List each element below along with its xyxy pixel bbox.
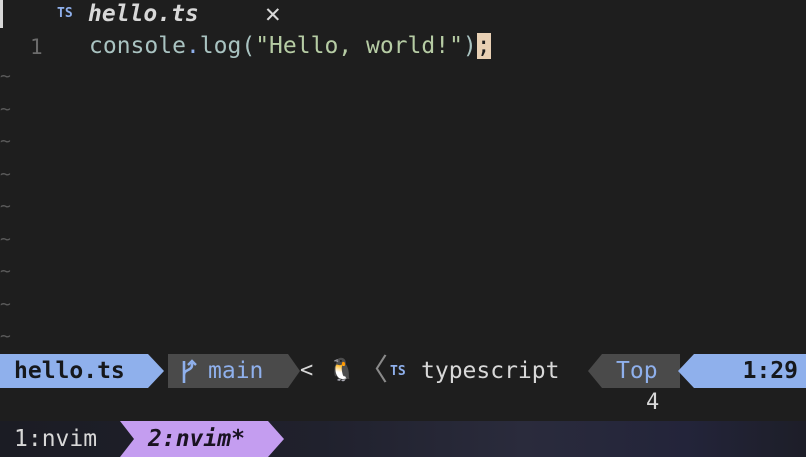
typescript-icon: TS — [57, 6, 73, 21]
status-separator-arrow — [678, 354, 694, 388]
empty-line-marker: ~ — [0, 261, 11, 282]
tab-filename[interactable]: hello.ts — [88, 1, 199, 27]
status-separator-arrow — [288, 354, 300, 388]
tmux-separator-arrow — [120, 421, 134, 457]
empty-line-marker: ~ — [0, 196, 11, 217]
tmux-status-bar: 1:nvim 2:nvim* — [0, 421, 806, 457]
code-string: "Hello, world!" — [255, 33, 463, 59]
code-object: console — [89, 33, 186, 59]
status-thin-separator: 〈 — [358, 353, 388, 388]
status-separator-arrow — [588, 354, 602, 388]
code-close-paren: ) — [462, 33, 477, 59]
empty-line-marker: ~ — [0, 164, 11, 185]
cursor: ; — [476, 33, 491, 59]
status-scroll-position: Top — [602, 354, 680, 388]
typescript-icon: TS — [390, 364, 406, 379]
git-branch-icon — [182, 358, 197, 383]
empty-line-marker: ~ — [0, 99, 11, 120]
code-open-paren: ( — [241, 33, 256, 59]
empty-line-marker: ~ — [0, 229, 11, 250]
command-line[interactable]: 4 — [0, 389, 806, 421]
status-filename: hello.ts — [0, 354, 148, 388]
tmux-window-1[interactable]: 1:nvim — [14, 426, 97, 452]
line-number: 1 — [30, 35, 43, 59]
close-icon[interactable]: ✕ — [265, 0, 281, 29]
branch-name: main — [208, 358, 264, 384]
command-count: 4 — [646, 390, 660, 415]
status-separator-arrow — [148, 354, 164, 388]
status-git-branch: main — [168, 354, 288, 388]
empty-line-marker: ~ — [0, 326, 11, 347]
code-dot: . — [185, 33, 200, 59]
empty-line-marker: ~ — [0, 294, 11, 315]
tmux-window-2-active[interactable]: 2:nvim* — [148, 426, 245, 452]
statusline: hello.ts main < 🐧 〈 TS typescript Top 1:… — [0, 354, 806, 388]
tabline: TS hello.ts ✕ — [0, 0, 806, 30]
status-less-than: < — [300, 358, 314, 383]
code-line[interactable]: console.log("Hello, world!"); — [89, 33, 491, 59]
empty-line-marker: ~ — [0, 131, 11, 152]
status-filetype: typescript — [421, 358, 560, 384]
tmux-separator-arrow — [268, 421, 284, 457]
status-cursor-location: 1:29 — [694, 354, 806, 388]
empty-line-marker: ~ — [0, 66, 11, 87]
linux-icon: 🐧 — [328, 358, 356, 383]
tab-indicator — [0, 0, 3, 28]
code-method: log — [199, 33, 242, 59]
